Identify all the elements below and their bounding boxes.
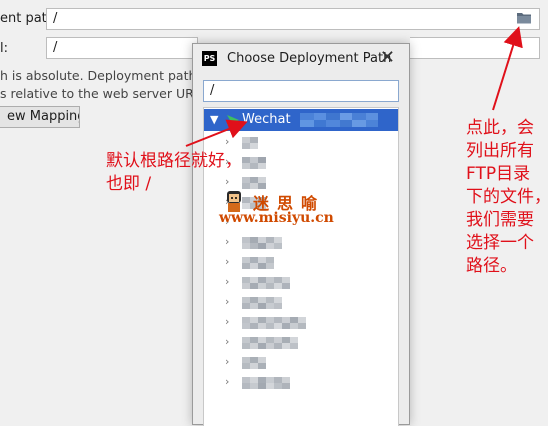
annotation-left-line-2: 也即 / (106, 174, 152, 194)
annotation-right-line-4: 下的文件， (466, 187, 548, 207)
annotation-right-line-2: 列出所有 (466, 141, 534, 161)
annotation-left-line-1: 默认根路径就好， (106, 151, 242, 171)
annotation-right-line-1: 点此，会 (466, 118, 534, 138)
annotation-right-line-7: 路径。 (466, 256, 517, 276)
arrow-to-folder-button (492, 26, 523, 111)
annotation-right-line-6: 选择一个 (466, 233, 534, 253)
annotation-right-line-5: 我们需要 (466, 210, 534, 230)
annotation-right-line-3: FTP目录 (466, 164, 531, 184)
arrow-to-root (185, 119, 248, 147)
